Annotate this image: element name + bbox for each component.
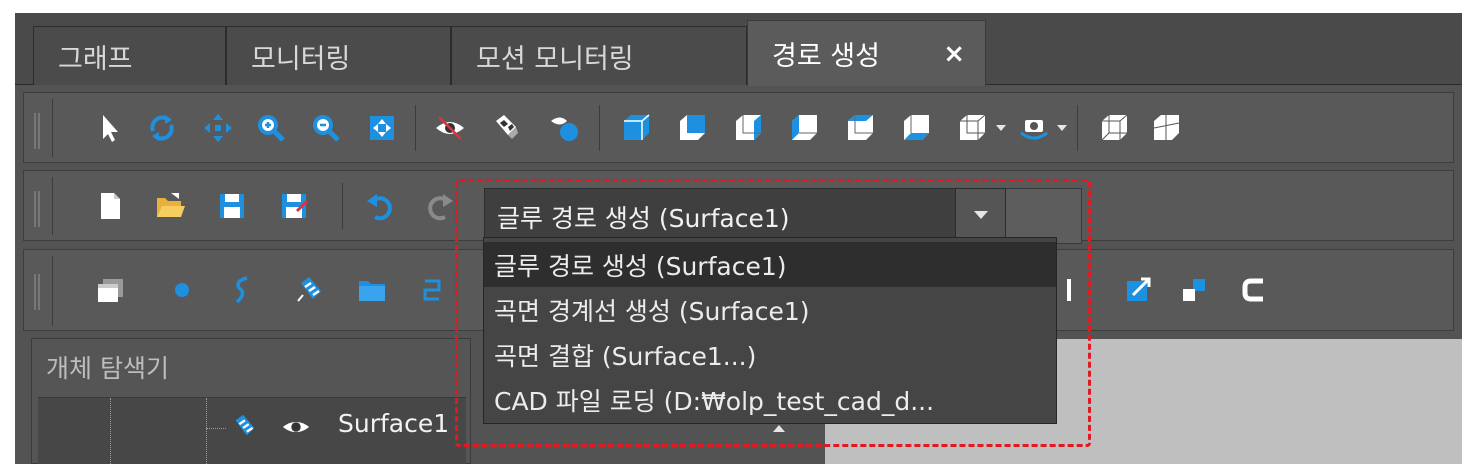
application-window: 그래프 모니터링 모션 모니터링 경로 생성 × 글루 경로 생성 (Surfa… xyxy=(15,13,1462,464)
view-front-icon[interactable] xyxy=(674,110,710,146)
zoom-out-icon[interactable] xyxy=(307,110,343,146)
fit-all-icon[interactable] xyxy=(364,110,400,146)
wireframe-icon[interactable] xyxy=(1096,110,1132,146)
camera-dropdown-icon[interactable] xyxy=(1016,110,1052,146)
view-toolbar xyxy=(23,92,1454,163)
folder-icon[interactable] xyxy=(354,272,390,308)
save-as-icon[interactable] xyxy=(276,188,312,224)
view-bottom-icon[interactable] xyxy=(898,110,934,146)
option-label: 곡면 경계선 생성 (Surface1) xyxy=(494,296,810,326)
scroll-up-icon[interactable] xyxy=(773,425,785,432)
pan-icon[interactable] xyxy=(200,110,236,146)
dropdown-option[interactable]: 글루 경로 생성 (Surface1) xyxy=(484,242,1056,287)
tab-graph[interactable]: 그래프 xyxy=(33,26,226,85)
tab-label: 모션 모니터링 xyxy=(476,43,634,75)
new-file-icon[interactable] xyxy=(92,188,128,224)
close-icon[interactable]: × xyxy=(943,39,965,69)
toolbar-grip[interactable] xyxy=(34,274,40,310)
open-folder-icon[interactable] xyxy=(152,188,188,224)
surface-icon xyxy=(228,411,260,443)
combo-extension xyxy=(1006,188,1082,244)
dropdown-option[interactable]: CAD 파일 로딩 (D:₩olp_test_cad_d... xyxy=(484,377,1056,422)
hide-icon[interactable] xyxy=(432,110,468,146)
toolbar-grip[interactable] xyxy=(34,113,40,149)
eye-icon[interactable] xyxy=(280,411,312,443)
view-iso-icon[interactable] xyxy=(618,110,654,146)
panel-title: 개체 탐색기 xyxy=(46,354,169,383)
zoom-in-icon[interactable] xyxy=(252,110,288,146)
tab-motion-monitoring[interactable]: 모션 모니터링 xyxy=(451,26,747,85)
tab-bar: 그래프 모니터링 모션 모니터링 경로 생성 × xyxy=(15,13,1462,86)
split-icon[interactable] xyxy=(1176,272,1212,308)
option-label: 글루 경로 생성 (Surface1) xyxy=(494,251,787,281)
path-icon[interactable] xyxy=(414,272,450,308)
export-icon[interactable] xyxy=(1120,272,1156,308)
show-sphere-icon[interactable] xyxy=(546,110,582,146)
combobox-value: 글루 경로 생성 (Surface1) xyxy=(497,204,790,233)
tree-item-label[interactable]: Surface1 xyxy=(338,409,449,438)
tab-label: 모니터링 xyxy=(251,43,351,75)
tab-monitoring[interactable]: 모니터링 xyxy=(226,26,451,85)
layer-icon[interactable] xyxy=(92,272,128,308)
toolbar-grip[interactable] xyxy=(34,191,40,227)
checker-icon[interactable] xyxy=(489,110,525,146)
curve-icon[interactable] xyxy=(224,272,260,308)
rotate-icon[interactable] xyxy=(144,110,180,146)
tab-label: 경로 생성 xyxy=(772,41,880,72)
object-explorer-panel: 개체 탐색기 Surface1 xyxy=(31,338,471,464)
chevron-down-icon[interactable] xyxy=(955,189,1005,243)
view-dropdown-icon[interactable] xyxy=(954,110,990,146)
view-back-icon[interactable] xyxy=(730,110,766,146)
tab-path-generation[interactable]: 경로 생성 × xyxy=(747,20,986,86)
object-tree: Surface1 xyxy=(38,397,466,464)
select-arrow-icon[interactable] xyxy=(92,110,128,146)
point-icon[interactable] xyxy=(164,272,200,308)
section-icon[interactable] xyxy=(1148,110,1184,146)
option-label: 곡면 결합 (Surface1...) xyxy=(494,341,757,371)
history-combobox[interactable]: 글루 경로 생성 (Surface1) xyxy=(484,188,1006,244)
redo-icon[interactable] xyxy=(422,188,458,224)
trim-icon[interactable] xyxy=(1236,272,1272,308)
surface-icon[interactable] xyxy=(292,272,328,308)
tab-label: 그래프 xyxy=(58,43,133,75)
history-dropdown-list: 글루 경로 생성 (Surface1) 곡면 경계선 생성 (Surface1)… xyxy=(483,237,1057,424)
view-left-icon[interactable] xyxy=(786,110,822,146)
view-top-icon[interactable] xyxy=(842,110,878,146)
dropdown-option[interactable]: 곡면 결합 (Surface1...) xyxy=(484,332,1056,377)
save-icon[interactable] xyxy=(214,188,250,224)
option-label: CAD 파일 로딩 (D:₩olp_test_cad_d... xyxy=(494,386,935,416)
trim-start-icon[interactable] xyxy=(1058,272,1094,308)
undo-icon[interactable] xyxy=(362,188,398,224)
dropdown-option[interactable]: 곡면 경계선 생성 (Surface1) xyxy=(484,287,1056,332)
